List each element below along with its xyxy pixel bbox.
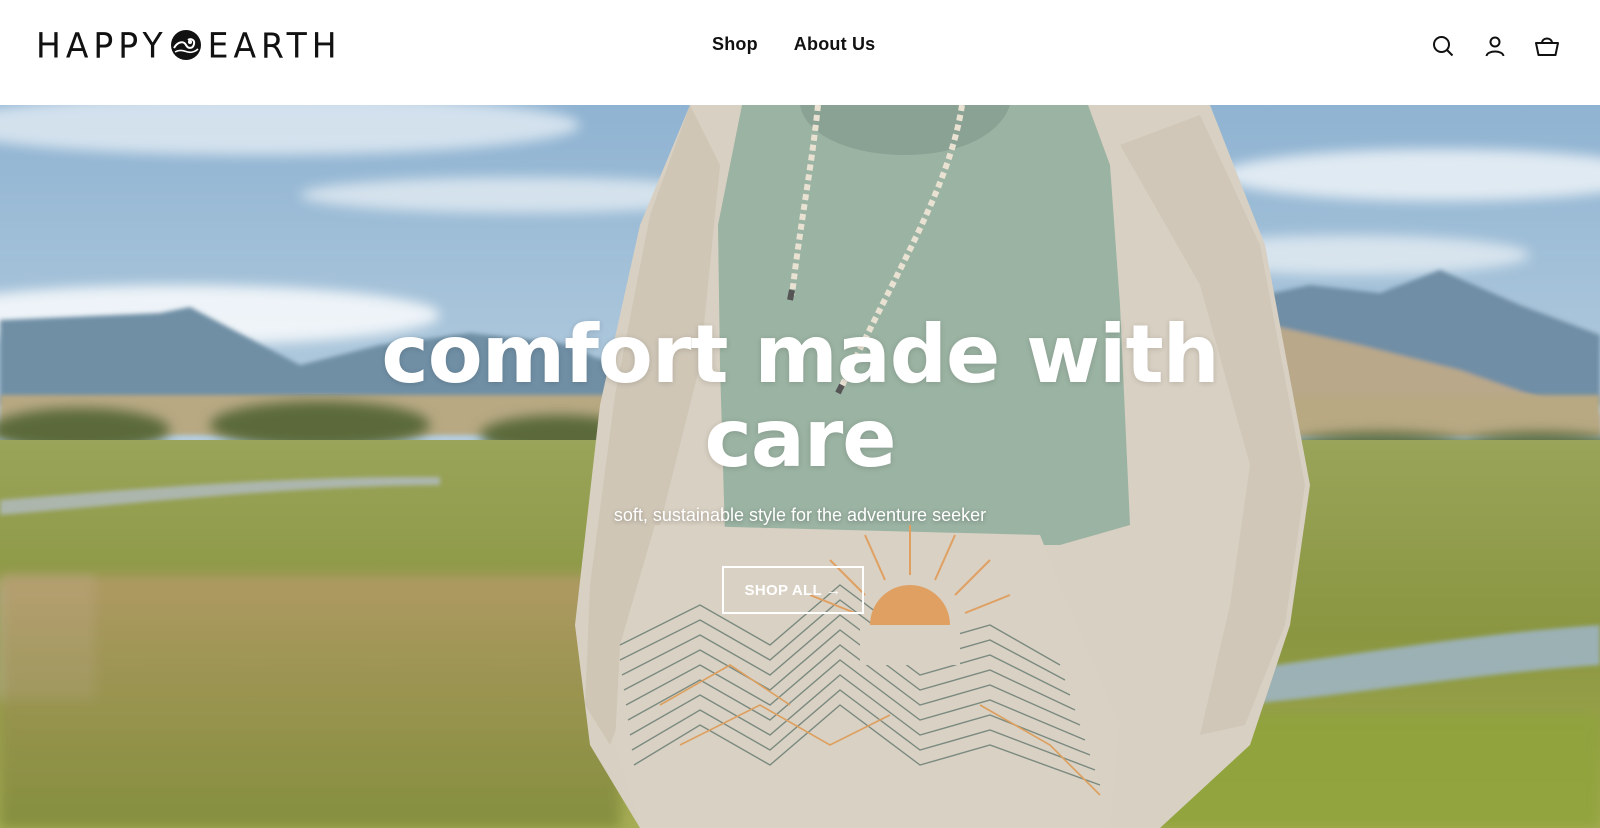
hero-subheadline: soft, sustainable style for the adventur… — [613, 505, 987, 525]
account-icon — [1485, 36, 1505, 57]
header-icons — [1430, 33, 1560, 59]
wave-logo-icon — [170, 30, 201, 60]
main-nav: Shop About Us — [712, 34, 875, 55]
account-button[interactable] — [1482, 33, 1508, 59]
cart-button[interactable] — [1534, 33, 1560, 59]
brand-name-left: HAPPY — [36, 24, 168, 66]
search-icon — [1433, 36, 1454, 57]
shop-all-button[interactable]: SHOP ALL → — [722, 566, 864, 614]
hero-banner: comfort made with care soft, sustainable… — [0, 105, 1600, 828]
brand-name-right: EARTH — [207, 24, 342, 66]
nav-shop[interactable]: Shop — [712, 34, 758, 55]
cart-icon — [1535, 37, 1559, 56]
nav-about-us[interactable]: About Us — [794, 34, 876, 55]
hero-headline: comfort made with care — [381, 308, 1219, 485]
site-header: HAPPY EARTH Shop About Us — [0, 0, 1600, 105]
hero-content: comfort made with care soft, sustainable… — [0, 105, 1600, 828]
search-button[interactable] — [1430, 33, 1456, 59]
brand-logo[interactable]: HAPPY EARTH — [36, 26, 342, 64]
